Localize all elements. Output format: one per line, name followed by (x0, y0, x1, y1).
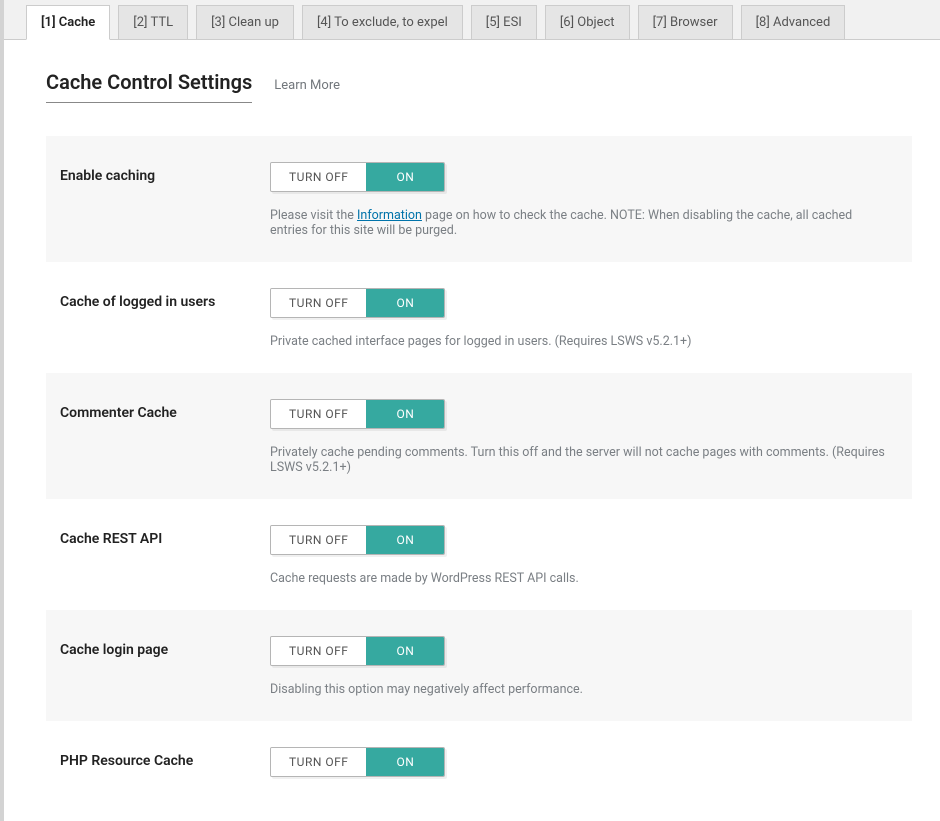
tab-cleanup[interactable]: [3] Clean up (196, 5, 294, 40)
tab-ttl[interactable]: [2] TTL (118, 5, 188, 40)
desc-commenter-cache: Privately cache pending comments. Turn t… (270, 445, 892, 475)
tab-object[interactable]: [6] Object (545, 5, 630, 40)
toggle-enable-caching: TURN OFF ON (270, 162, 445, 192)
information-link[interactable]: Information (357, 208, 422, 223)
desc-enable-caching: Please visit the Information page on how… (270, 208, 892, 238)
desc-cache-rest-api: Cache requests are made by WordPress RES… (270, 571, 892, 586)
tab-browser[interactable]: [7] Browser (638, 5, 733, 40)
toggle-on-php-resource-cache[interactable]: ON (366, 748, 444, 776)
label-cache-logged-in: Cache of logged in users (60, 288, 270, 310)
row-commenter-cache: Commenter Cache TURN OFF ON Privately ca… (46, 373, 912, 499)
label-enable-caching: Enable caching (60, 162, 270, 184)
toggle-off-enable-caching[interactable]: TURN OFF (271, 163, 366, 191)
toggle-on-cache-logged-in[interactable]: ON (366, 289, 444, 317)
row-cache-logged-in: Cache of logged in users TURN OFF ON Pri… (46, 262, 912, 373)
settings-list: Enable caching TURN OFF ON Please visit … (46, 136, 912, 801)
toggle-on-cache-rest-api[interactable]: ON (366, 526, 444, 554)
desc-cache-login-page: Disabling this option may negatively aff… (270, 682, 892, 697)
toggle-php-resource-cache: TURN OFF ON (270, 747, 445, 777)
label-cache-rest-api: Cache REST API (60, 525, 270, 547)
label-commenter-cache: Commenter Cache (60, 399, 270, 421)
page-title: Cache Control Settings (46, 70, 252, 103)
row-enable-caching: Enable caching TURN OFF ON Please visit … (46, 136, 912, 262)
toggle-cache-logged-in: TURN OFF ON (270, 288, 445, 318)
row-cache-login-page: Cache login page TURN OFF ON Disabling t… (46, 610, 912, 721)
toggle-on-cache-login-page[interactable]: ON (366, 637, 444, 665)
learn-more-link[interactable]: Learn More (274, 78, 340, 93)
toggle-on-enable-caching[interactable]: ON (366, 163, 444, 191)
tab-exclude[interactable]: [4] To exclude, to expel (302, 5, 463, 40)
row-php-resource-cache: PHP Resource Cache TURN OFF ON (46, 721, 912, 801)
row-cache-rest-api: Cache REST API TURN OFF ON Cache request… (46, 499, 912, 610)
toggle-off-cache-login-page[interactable]: TURN OFF (271, 637, 366, 665)
label-cache-login-page: Cache login page (60, 636, 270, 658)
toggle-commenter-cache: TURN OFF ON (270, 399, 445, 429)
toggle-off-php-resource-cache[interactable]: TURN OFF (271, 748, 366, 776)
label-php-resource-cache: PHP Resource Cache (60, 747, 270, 769)
desc-cache-logged-in: Private cached interface pages for logge… (270, 334, 892, 349)
tab-cache[interactable]: [1] Cache (26, 5, 110, 40)
toggle-off-commenter-cache[interactable]: TURN OFF (271, 400, 366, 428)
toggle-cache-login-page: TURN OFF ON (270, 636, 445, 666)
toggle-on-commenter-cache[interactable]: ON (366, 400, 444, 428)
toggle-off-cache-rest-api[interactable]: TURN OFF (271, 526, 366, 554)
toggle-off-cache-logged-in[interactable]: TURN OFF (271, 289, 366, 317)
toggle-cache-rest-api: TURN OFF ON (270, 525, 445, 555)
tabs-bar: [1] Cache [2] TTL [3] Clean up [4] To ex… (4, 0, 940, 40)
tab-esi[interactable]: [5] ESI (471, 5, 537, 40)
tab-advanced[interactable]: [8] Advanced (741, 5, 846, 40)
